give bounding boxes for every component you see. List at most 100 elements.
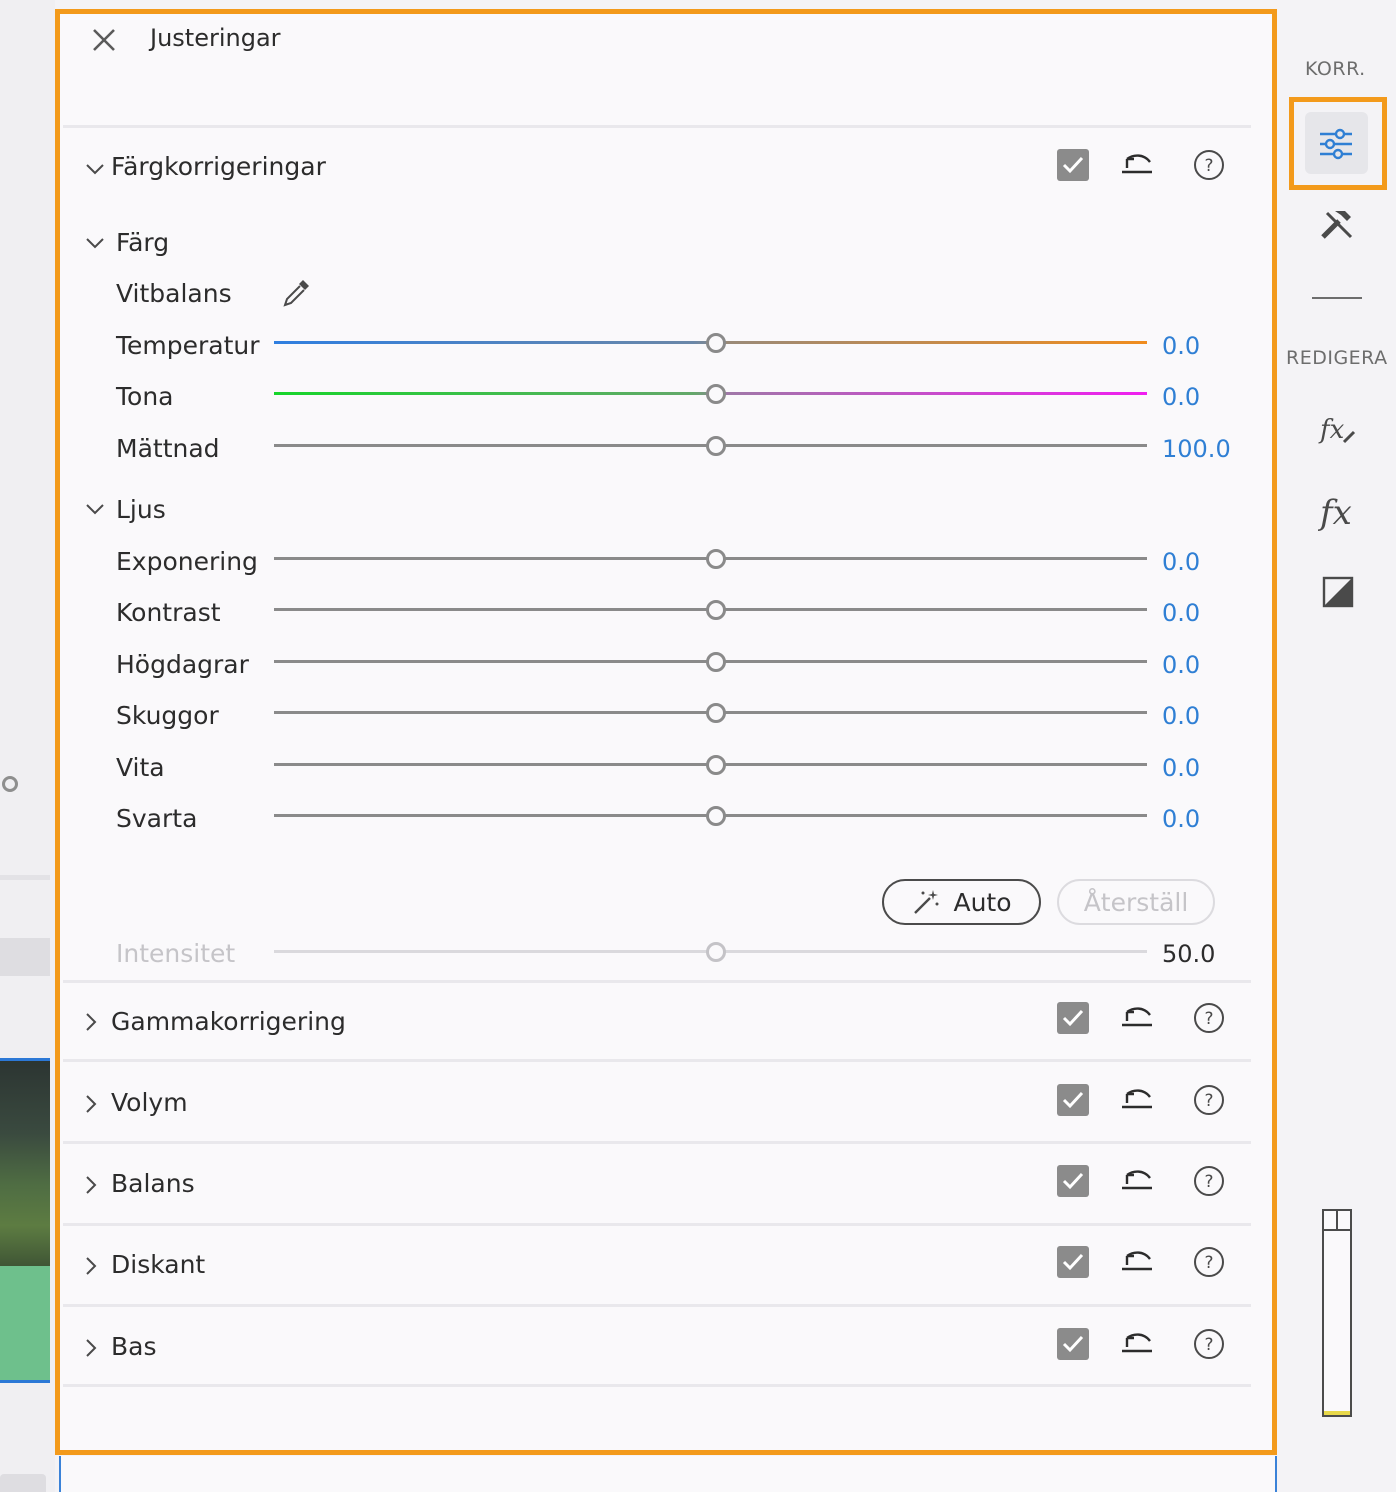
section-title-color-correction[interactable]: Färgkorrigeringar (111, 152, 326, 181)
video-clip-thumbnail[interactable] (0, 1058, 50, 1267)
panel-footer-area (59, 1456, 1277, 1492)
contrast-slider-handle[interactable] (706, 600, 726, 620)
slider-label: Vita (116, 753, 165, 782)
blacks-value[interactable]: 0.0 (1162, 805, 1200, 833)
chevron-right-icon[interactable] (80, 1255, 102, 1277)
track-header[interactable] (0, 938, 50, 976)
whites-value[interactable]: 0.0 (1162, 754, 1200, 782)
checkbox-checked-icon[interactable] (1056, 1001, 1090, 1035)
help-icon[interactable]: ? (1192, 148, 1226, 182)
meter-level-indicator (1324, 1411, 1350, 1415)
section-title-treble[interactable]: Diskant (111, 1250, 205, 1279)
slider-label: Kontrast (116, 598, 221, 627)
slider-label: Skuggor (116, 701, 219, 730)
divider (63, 1304, 1251, 1307)
contrast-value[interactable]: 0.0 (1162, 599, 1200, 627)
meter-channel-divider (1336, 1211, 1338, 1229)
undo-icon[interactable] (1120, 1245, 1154, 1279)
divider (63, 1059, 1251, 1062)
checkbox-checked-icon[interactable] (1056, 1164, 1090, 1198)
slider-handle[interactable] (2, 776, 18, 792)
svg-text:?: ? (1204, 1253, 1213, 1273)
intensity-label: Intensitet (116, 939, 236, 968)
divider (0, 875, 50, 880)
effects-icon[interactable]: fx (1318, 492, 1358, 532)
adjustments-panel (55, 9, 1277, 1455)
reset-button-label: Återställ (1083, 887, 1189, 917)
rail-label-edit: REDIGERA (1286, 347, 1388, 369)
tint-slider-handle[interactable] (706, 384, 726, 404)
divider (63, 125, 1251, 128)
effect-controls-icon[interactable]: fx (1318, 410, 1358, 450)
svg-text:?: ? (1204, 1009, 1213, 1029)
temperature-value[interactable]: 0.0 (1162, 332, 1200, 360)
svg-text:?: ? (1204, 1091, 1213, 1111)
shadows-value[interactable]: 0.0 (1162, 702, 1200, 730)
highlights-value[interactable]: 0.0 (1162, 651, 1200, 679)
white-balance-label: Vitbalans (116, 279, 232, 308)
saturation-slider-handle[interactable] (706, 436, 726, 456)
help-icon[interactable]: ? (1192, 1001, 1226, 1035)
auto-button-label: Auto (953, 887, 1012, 917)
svg-text:?: ? (1204, 1335, 1213, 1355)
help-icon[interactable]: ? (1192, 1327, 1226, 1361)
checkbox-checked-icon[interactable] (1056, 148, 1090, 182)
svg-text:fx: fx (1318, 415, 1345, 445)
undo-icon[interactable] (1120, 1083, 1154, 1117)
slider-label: Mättnad (116, 434, 220, 463)
audio-clip[interactable] (0, 1266, 50, 1383)
svg-text:?: ? (1204, 156, 1213, 176)
scrollbar[interactable] (0, 1474, 46, 1492)
section-title-gamma[interactable]: Gammakorrigering (111, 1007, 346, 1036)
rail-label-correct: KORR. (1305, 58, 1366, 80)
exposure-value[interactable]: 0.0 (1162, 548, 1200, 576)
chevron-down-icon[interactable] (84, 232, 106, 254)
tools-icon[interactable] (1317, 205, 1357, 245)
checkbox-checked-icon[interactable] (1056, 1083, 1090, 1117)
undo-icon[interactable] (1120, 148, 1154, 182)
chevron-down-icon[interactable] (84, 498, 106, 520)
checkbox-checked-icon[interactable] (1056, 1327, 1090, 1361)
auto-button[interactable]: Auto (882, 879, 1041, 925)
saturation-value[interactable]: 100.0 (1162, 435, 1231, 463)
shadows-slider-handle[interactable] (706, 703, 726, 723)
lumetri-color-icon[interactable] (1318, 572, 1358, 612)
chevron-right-icon[interactable] (80, 1337, 102, 1359)
divider (63, 980, 1251, 983)
blacks-slider-handle[interactable] (706, 806, 726, 826)
rail-divider (1312, 297, 1362, 299)
group-title-light[interactable]: Ljus (116, 495, 166, 524)
undo-icon[interactable] (1120, 1164, 1154, 1198)
intensity-slider-handle[interactable] (706, 942, 726, 962)
slider-label: Svarta (116, 804, 198, 833)
help-icon[interactable]: ? (1192, 1245, 1226, 1279)
group-title-color[interactable]: Färg (116, 228, 169, 257)
chevron-right-icon[interactable] (80, 1011, 102, 1033)
highlights-slider-handle[interactable] (706, 652, 726, 672)
chevron-right-icon[interactable] (80, 1174, 102, 1196)
slider-label: Tona (116, 382, 174, 411)
exposure-slider-handle[interactable] (706, 549, 726, 569)
chevron-down-icon[interactable] (84, 158, 106, 180)
audio-level-meter (1322, 1209, 1352, 1417)
help-icon[interactable]: ? (1192, 1164, 1226, 1198)
whites-slider-handle[interactable] (706, 755, 726, 775)
undo-icon[interactable] (1120, 1001, 1154, 1035)
sliders-icon[interactable] (1316, 124, 1356, 164)
divider (63, 1384, 1251, 1387)
reset-button[interactable]: Återställ (1057, 879, 1215, 925)
intensity-value[interactable]: 50.0 (1162, 940, 1215, 968)
section-title-bass[interactable]: Bas (111, 1332, 157, 1361)
checkbox-checked-icon[interactable] (1056, 1245, 1090, 1279)
temperature-slider-handle[interactable] (706, 333, 726, 353)
eyedropper-icon[interactable] (279, 276, 313, 310)
undo-icon[interactable] (1120, 1327, 1154, 1361)
help-icon[interactable]: ? (1192, 1083, 1226, 1117)
divider (63, 1141, 1251, 1144)
section-title-balance[interactable]: Balans (111, 1169, 195, 1198)
tint-value[interactable]: 0.0 (1162, 383, 1200, 411)
chevron-right-icon[interactable] (80, 1093, 102, 1115)
section-title-volume[interactable]: Volym (111, 1088, 188, 1117)
close-icon[interactable] (90, 26, 118, 54)
slider-label: Högdagrar (116, 650, 249, 679)
